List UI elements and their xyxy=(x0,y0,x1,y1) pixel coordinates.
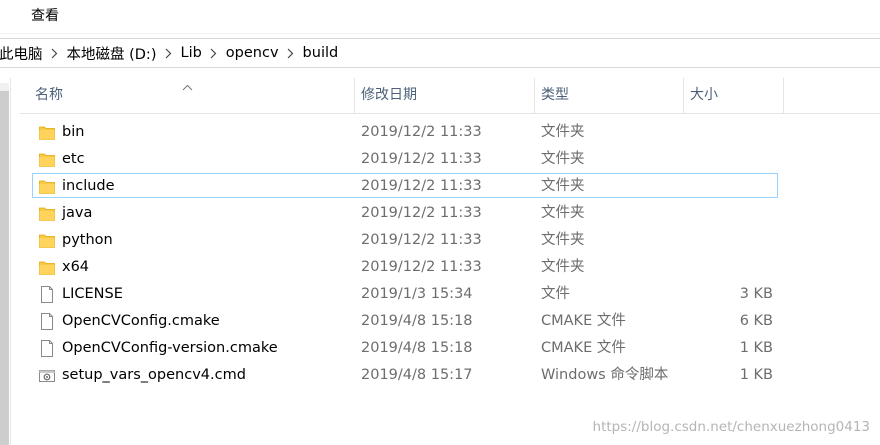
file-modified-date: 2019/12/2 11:33 xyxy=(361,124,482,140)
file-name: LICENSE xyxy=(62,286,123,302)
folder-icon xyxy=(39,232,55,249)
address-bar[interactable]: 此电脑 本地磁盘 (D:) Lib opencv build xyxy=(0,38,880,68)
chevron-right-icon[interactable] xyxy=(161,48,175,59)
column-divider[interactable] xyxy=(534,78,535,113)
file-size: 3 KB xyxy=(739,286,773,302)
file-modified-date: 2019/12/2 11:33 xyxy=(361,205,482,221)
watermark: https://blog.csdn.net/chenxuezhong0413 xyxy=(592,419,870,435)
file-name: python xyxy=(62,232,113,248)
chevron-right-icon[interactable] xyxy=(284,48,298,59)
file-row[interactable]: setup_vars_opencv4.cmd 2019/4/8 15:17 Wind… xyxy=(32,362,778,387)
file-type: 文件夹 xyxy=(541,151,585,167)
file-name: OpenCVConfig.cmake xyxy=(62,313,220,329)
sort-ascending-icon xyxy=(182,79,193,95)
chevron-right-icon[interactable] xyxy=(207,48,221,59)
file-row[interactable]: LICENSE 2019/1/3 15:34 文件 3 KB xyxy=(32,281,778,306)
column-header-name[interactable]: 名称 xyxy=(35,78,63,113)
file-type: CMAKE 文件 xyxy=(541,340,626,356)
file-row[interactable]: java 2019/12/2 11:33 文件夹 xyxy=(32,200,778,225)
file-modified-date: 2019/4/8 15:17 xyxy=(361,367,473,383)
file-type: 文件夹 xyxy=(541,259,585,275)
folder-icon xyxy=(39,178,55,195)
breadcrumb-opencv[interactable]: opencv xyxy=(224,45,281,61)
chevron-right-icon[interactable] xyxy=(48,48,62,59)
breadcrumb-build[interactable]: build xyxy=(301,45,341,61)
column-header: 名称 修改日期 类型 大小 xyxy=(20,78,880,114)
file-modified-date: 2019/12/2 11:33 xyxy=(361,259,482,275)
column-divider[interactable] xyxy=(783,78,784,113)
column-divider[interactable] xyxy=(354,78,355,113)
file-row[interactable]: etc 2019/12/2 11:33 文件夹 xyxy=(32,146,778,171)
file-size: 6 KB xyxy=(739,313,773,329)
scrollbar-thumb[interactable] xyxy=(0,91,9,445)
file-icon xyxy=(39,340,55,357)
cmd-script-icon xyxy=(39,367,55,384)
file-modified-date: 2019/1/3 15:34 xyxy=(361,286,473,302)
file-name: bin xyxy=(62,124,85,140)
file-name: setup_vars_opencv4.cmd xyxy=(62,367,246,383)
file-icon xyxy=(39,313,55,330)
file-name: etc xyxy=(62,151,85,167)
file-row[interactable]: x64 2019/12/2 11:33 文件夹 xyxy=(32,254,778,279)
breadcrumb-local-disk[interactable]: 本地磁盘 (D:) xyxy=(65,43,159,64)
breadcrumb: 此电脑 本地磁盘 (D:) Lib opencv build xyxy=(0,39,340,67)
file-type: 文件夹 xyxy=(541,232,585,248)
file-type: 文件夹 xyxy=(541,178,585,194)
file-row[interactable]: include 2019/12/2 11:33 文件夹 xyxy=(32,173,778,198)
file-type: 文件夹 xyxy=(541,205,585,221)
column-header-type[interactable]: 类型 xyxy=(541,78,569,113)
menu-view[interactable]: 查看 xyxy=(20,0,70,33)
folder-icon xyxy=(39,124,55,141)
breadcrumb-this-pc[interactable]: 此电脑 xyxy=(0,43,45,64)
navigation-pane xyxy=(0,78,11,445)
file-row[interactable]: OpenCVConfig.cmake 2019/4/8 15:18 CMAKE 文件… xyxy=(32,308,778,333)
file-row[interactable]: OpenCVConfig-version.cmake 2019/4/8 15:18… xyxy=(32,335,778,360)
file-name: include xyxy=(62,178,115,194)
file-size: 1 KB xyxy=(739,367,773,383)
file-type: Windows 命令脚本 xyxy=(541,367,669,383)
column-header-size[interactable]: 大小 xyxy=(690,78,718,113)
scrollbar[interactable] xyxy=(0,83,9,445)
breadcrumb-lib[interactable]: Lib xyxy=(178,45,203,61)
file-type: CMAKE 文件 xyxy=(541,313,626,329)
file-modified-date: 2019/12/2 11:33 xyxy=(361,232,482,248)
menu-bar: 查看 xyxy=(0,0,880,34)
file-type: 文件 xyxy=(541,286,570,302)
file-row[interactable]: bin 2019/12/2 11:33 文件夹 xyxy=(32,119,778,144)
file-name: java xyxy=(62,205,93,221)
column-header-date[interactable]: 修改日期 xyxy=(361,78,417,113)
file-modified-date: 2019/4/8 15:18 xyxy=(361,340,473,356)
file-type: 文件夹 xyxy=(541,124,585,140)
file-modified-date: 2019/12/2 11:33 xyxy=(361,151,482,167)
file-name: x64 xyxy=(62,259,90,275)
folder-icon xyxy=(39,151,55,168)
column-divider[interactable] xyxy=(683,78,684,113)
file-name: OpenCVConfig-version.cmake xyxy=(62,340,278,356)
file-size: 1 KB xyxy=(739,340,773,356)
file-icon xyxy=(39,286,55,303)
file-modified-date: 2019/4/8 15:18 xyxy=(361,313,473,329)
file-list-area: 名称 修改日期 类型 大小 bin 2019/12/2 11:33 文件夹 etc 20… xyxy=(0,78,880,445)
folder-icon xyxy=(39,259,55,276)
file-row[interactable]: python 2019/12/2 11:33 文件夹 xyxy=(32,227,778,252)
file-modified-date: 2019/12/2 11:33 xyxy=(361,178,482,194)
folder-icon xyxy=(39,205,55,222)
